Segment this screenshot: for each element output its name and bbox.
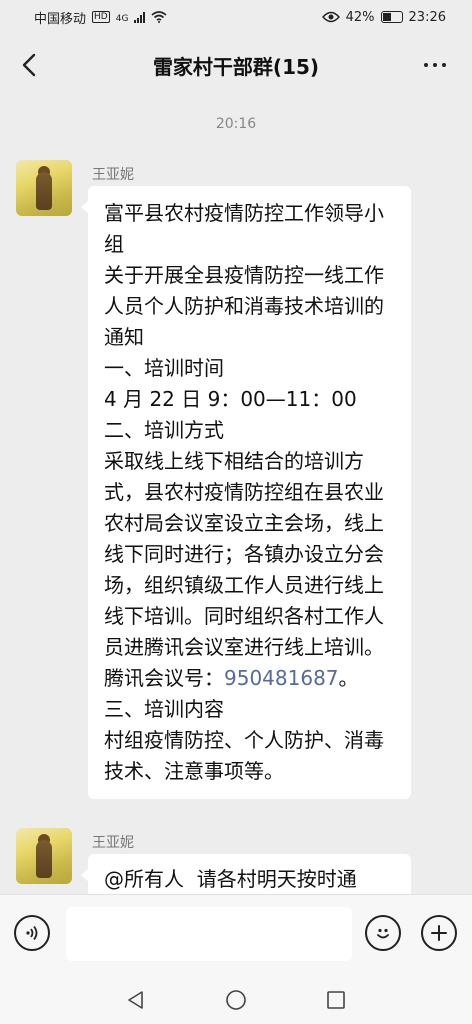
sender-name: 王亚妮 xyxy=(92,167,134,183)
more-icon-dot xyxy=(433,63,437,67)
message-item: 王亚妮 @所有人 请各村明天按时通 xyxy=(16,828,456,894)
chat-title: 雷家村干部群(15) xyxy=(152,54,320,79)
emoji-icon xyxy=(377,928,389,939)
square-recents-icon xyxy=(327,991,345,1009)
eye-icon xyxy=(321,11,340,23)
avatar[interactable] xyxy=(16,160,72,216)
nav-home-button[interactable] xyxy=(224,988,248,1012)
hd-badge: HD xyxy=(92,11,110,23)
plus-icon xyxy=(431,925,447,941)
battery-icon xyxy=(380,11,403,23)
more-button[interactable] xyxy=(418,50,452,80)
message-text: 富平县农村疫情防控工作领导小组 关于开展全县疫情防控一线工作人员个人防护和消毒技… xyxy=(104,201,384,690)
back-arrow-icon xyxy=(22,53,36,77)
more-icon xyxy=(424,63,428,67)
avatar[interactable] xyxy=(16,828,72,884)
message-timestamp: 20:16 xyxy=(215,116,257,132)
message-bubble[interactable]: @所有人 请各村明天按时通 xyxy=(81,854,411,894)
circle-home-icon xyxy=(226,990,246,1010)
status-right: 42% 23:26 xyxy=(321,9,446,25)
voice-button[interactable] xyxy=(14,915,50,951)
chat-header: 雷家村干部群(15) xyxy=(0,34,472,96)
status-bar: 中国移动 HD 4G 42% 23:26 xyxy=(0,0,472,34)
emoji-button[interactable] xyxy=(365,915,401,951)
voice-icon xyxy=(26,925,38,941)
more-icon-dot xyxy=(442,63,446,67)
nav-recents-button[interactable] xyxy=(324,988,348,1012)
meeting-id-link[interactable]: 950481687 xyxy=(224,666,339,690)
nav-back-button[interactable] xyxy=(124,988,148,1012)
status-left: 中国移动 HD 4G xyxy=(34,8,167,27)
wifi-icon xyxy=(151,11,167,23)
message-bubble[interactable]: 富平县农村疫情防控工作领导小组 关于开展全县疫情防控一线工作人员个人防护和消毒技… xyxy=(81,186,411,799)
back-button[interactable] xyxy=(14,50,44,80)
system-nav-bar xyxy=(0,976,472,1024)
clock: 23:26 xyxy=(408,9,446,25)
network-label: 4G xyxy=(115,13,129,24)
message-input[interactable] xyxy=(66,907,352,961)
message-text: @所有人 请各村明天按时通 xyxy=(104,867,357,891)
message-item: 王亚妮 富平县农村疫情防控工作领导小组 关于开展全县疫情防控一线工作人员个人防护… xyxy=(16,160,456,820)
input-bar xyxy=(0,894,472,977)
battery-percent: 42% xyxy=(345,9,375,25)
avatar-figure xyxy=(36,840,52,878)
avatar-figure xyxy=(36,172,52,210)
signal-icon xyxy=(134,11,146,23)
carrier-label: 中国移动 xyxy=(34,11,87,27)
plus-button[interactable] xyxy=(421,915,457,951)
sender-name: 王亚妮 xyxy=(92,835,134,851)
triangle-back-icon xyxy=(128,991,143,1009)
